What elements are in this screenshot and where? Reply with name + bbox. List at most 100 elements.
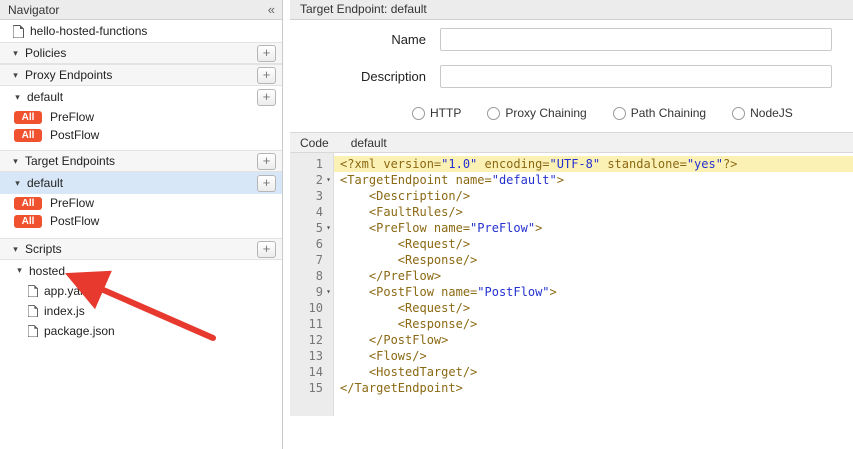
name-input[interactable] bbox=[440, 28, 832, 51]
code-line[interactable]: 9▾ <PostFlow name="PostFlow"> bbox=[290, 284, 853, 300]
section-scripts[interactable]: ▾ Scripts + bbox=[0, 238, 282, 260]
line-number[interactable]: 2▾ bbox=[290, 172, 334, 188]
line-number[interactable]: 9▾ bbox=[290, 284, 334, 300]
disclosure-icon[interactable]: ▾ bbox=[14, 265, 25, 276]
radio-proxy-chaining[interactable]: Proxy Chaining bbox=[487, 106, 586, 120]
tab-code[interactable]: Code bbox=[300, 136, 329, 150]
line-number[interactable]: 1 bbox=[290, 156, 334, 172]
code-tab-bar: Code default bbox=[290, 132, 853, 153]
section-target-endpoints[interactable]: ▾ Target Endpoints + bbox=[0, 150, 282, 172]
add-policy-button[interactable]: + bbox=[257, 45, 276, 62]
condition-badge: All bbox=[14, 215, 42, 228]
code-line-text: <Response/> bbox=[334, 316, 853, 332]
code-line-text: </TargetEndpoint> bbox=[334, 380, 853, 396]
disclosure-icon[interactable]: ▾ bbox=[10, 48, 21, 59]
line-number[interactable]: 15 bbox=[290, 380, 334, 396]
detail-title: Target Endpoint: default bbox=[300, 2, 427, 16]
fold-marker-icon bbox=[323, 316, 334, 332]
fold-marker-icon bbox=[323, 204, 334, 220]
section-policies[interactable]: ▾ Policies + bbox=[0, 42, 282, 64]
code-line-text: <FaultRules/> bbox=[334, 204, 853, 220]
tab-file-name[interactable]: default bbox=[351, 136, 387, 150]
disclosure-icon[interactable]: ▾ bbox=[10, 156, 21, 167]
add-flow-button[interactable]: + bbox=[257, 89, 276, 106]
line-number[interactable]: 5▾ bbox=[290, 220, 334, 236]
tree-item-proxy-postflow[interactable]: All PostFlow bbox=[0, 126, 282, 144]
code-line[interactable]: 5▾ <PreFlow name="PreFlow"> bbox=[290, 220, 853, 236]
name-row: Name bbox=[290, 28, 853, 51]
endpoint-label: default bbox=[27, 90, 63, 104]
line-number[interactable]: 3 bbox=[290, 188, 334, 204]
detail-panel: Target Endpoint: default Name Descriptio… bbox=[290, 0, 853, 449]
fold-marker-icon bbox=[323, 188, 334, 204]
flow-label: PreFlow bbox=[50, 110, 94, 124]
code-line[interactable]: 7 <Response/> bbox=[290, 252, 853, 268]
code-line[interactable]: 10 <Request/> bbox=[290, 300, 853, 316]
tree-item-proxy-preflow[interactable]: All PreFlow bbox=[0, 108, 282, 126]
line-number[interactable]: 4 bbox=[290, 204, 334, 220]
line-number[interactable]: 12 bbox=[290, 332, 334, 348]
radio-label: NodeJS bbox=[750, 106, 793, 120]
code-line[interactable]: 14 <HostedTarget/> bbox=[290, 364, 853, 380]
code-line[interactable]: 11 <Response/> bbox=[290, 316, 853, 332]
radio-path-chaining[interactable]: Path Chaining bbox=[613, 106, 706, 120]
fold-marker-icon[interactable]: ▾ bbox=[323, 220, 334, 236]
code-line-text: <Request/> bbox=[334, 236, 853, 252]
section-label: Scripts bbox=[25, 242, 62, 256]
code-line[interactable]: 8 </PreFlow> bbox=[290, 268, 853, 284]
line-number[interactable]: 6 bbox=[290, 236, 334, 252]
code-line[interactable]: 1<?xml version="1.0" encoding="UTF-8" st… bbox=[290, 156, 853, 172]
tree-item-target-postflow[interactable]: All PostFlow bbox=[0, 212, 282, 230]
tree-item-proxy-default[interactable]: ▾ default + bbox=[0, 86, 282, 108]
line-number[interactable]: 7 bbox=[290, 252, 334, 268]
code-line-text: <?xml version="1.0" encoding="UTF-8" sta… bbox=[334, 156, 853, 172]
collapse-panel-icon[interactable]: « bbox=[268, 2, 274, 17]
add-script-button[interactable]: + bbox=[257, 241, 276, 258]
description-input[interactable] bbox=[440, 65, 832, 88]
line-number[interactable]: 10 bbox=[290, 300, 334, 316]
radio-http[interactable]: HTTP bbox=[412, 106, 461, 120]
line-number[interactable]: 8 bbox=[290, 268, 334, 284]
endpoint-form: Name Description HTTP Proxy Chaining P bbox=[290, 20, 853, 120]
code-line-text: </PostFlow> bbox=[334, 332, 853, 348]
endpoint-label: default bbox=[27, 176, 63, 190]
fold-marker-icon[interactable]: ▾ bbox=[323, 284, 334, 300]
code-line[interactable]: 12 </PostFlow> bbox=[290, 332, 853, 348]
section-label: Policies bbox=[25, 46, 66, 60]
fold-marker-icon bbox=[323, 364, 334, 380]
radio-label: Proxy Chaining bbox=[505, 106, 586, 120]
add-target-endpoint-button[interactable]: + bbox=[257, 153, 276, 170]
code-line[interactable]: 2▾<TargetEndpoint name="default"> bbox=[290, 172, 853, 188]
disclosure-icon[interactable]: ▾ bbox=[12, 178, 23, 189]
disclosure-icon[interactable]: ▾ bbox=[10, 244, 21, 255]
code-line[interactable]: 13 <Flows/> bbox=[290, 348, 853, 364]
add-proxy-endpoint-button[interactable]: + bbox=[257, 67, 276, 84]
tree-item-file-app-yaml[interactable]: app.yaml bbox=[0, 281, 282, 301]
radio-nodejs[interactable]: NodeJS bbox=[732, 106, 793, 120]
description-label: Description bbox=[290, 69, 440, 84]
code-editor[interactable]: 1<?xml version="1.0" encoding="UTF-8" st… bbox=[290, 153, 853, 416]
line-number[interactable]: 14 bbox=[290, 364, 334, 380]
tree-item-file-index-js[interactable]: index.js bbox=[0, 301, 282, 321]
code-line[interactable]: 4 <FaultRules/> bbox=[290, 204, 853, 220]
tree-item-target-default[interactable]: ▾ default + bbox=[0, 172, 282, 194]
code-line[interactable]: 15</TargetEndpoint> bbox=[290, 380, 853, 396]
name-label: Name bbox=[290, 32, 440, 47]
section-label: Target Endpoints bbox=[25, 154, 115, 168]
tree-item-file-package-json[interactable]: package.json bbox=[0, 321, 282, 341]
disclosure-icon[interactable]: ▾ bbox=[12, 92, 23, 103]
code-line-text: <HostedTarget/> bbox=[334, 364, 853, 380]
code-line[interactable]: 6 <Request/> bbox=[290, 236, 853, 252]
tree-item-target-preflow[interactable]: All PreFlow bbox=[0, 194, 282, 212]
tree-item-bundle[interactable]: hello-hosted-functions bbox=[0, 20, 282, 42]
code-line[interactable]: 3 <Description/> bbox=[290, 188, 853, 204]
radio-circle-icon bbox=[487, 107, 500, 120]
section-proxy-endpoints[interactable]: ▾ Proxy Endpoints + bbox=[0, 64, 282, 86]
radio-label: Path Chaining bbox=[631, 106, 706, 120]
add-flow-button[interactable]: + bbox=[257, 175, 276, 192]
line-number[interactable]: 13 bbox=[290, 348, 334, 364]
fold-marker-icon[interactable]: ▾ bbox=[323, 172, 334, 188]
tree-item-hosted-folder[interactable]: ▾ hosted bbox=[0, 260, 282, 281]
line-number[interactable]: 11 bbox=[290, 316, 334, 332]
disclosure-icon[interactable]: ▾ bbox=[10, 70, 21, 81]
